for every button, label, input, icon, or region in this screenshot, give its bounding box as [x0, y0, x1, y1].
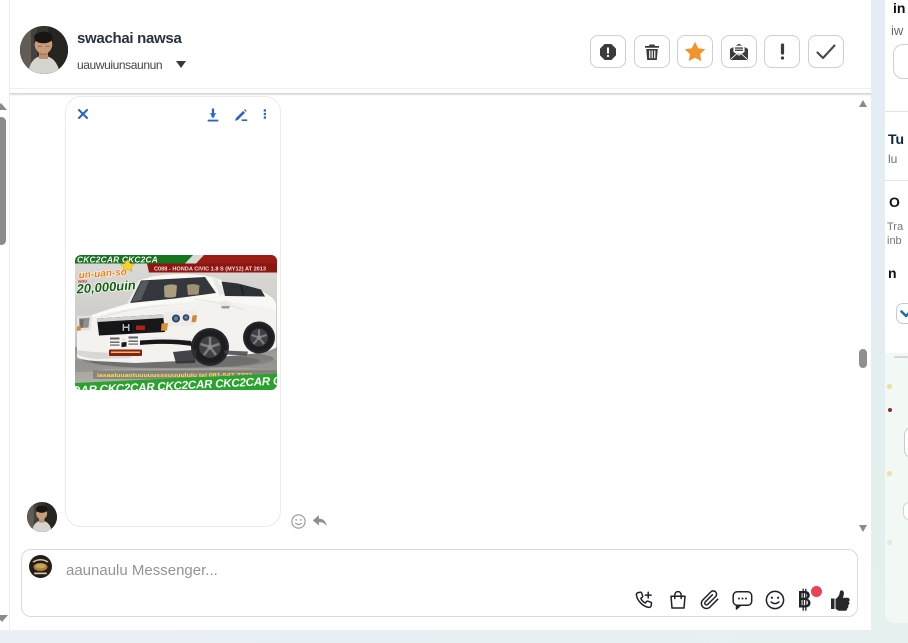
svg-text:C088 - HONDA CIVIC 1.8 S (MY12: C088 - HONDA CIVIC 1.8 S (MY12) AT 2013 [154, 266, 266, 272]
svg-text:CKC2CAR CKC2CA: CKC2CAR CKC2CA [77, 255, 158, 264]
